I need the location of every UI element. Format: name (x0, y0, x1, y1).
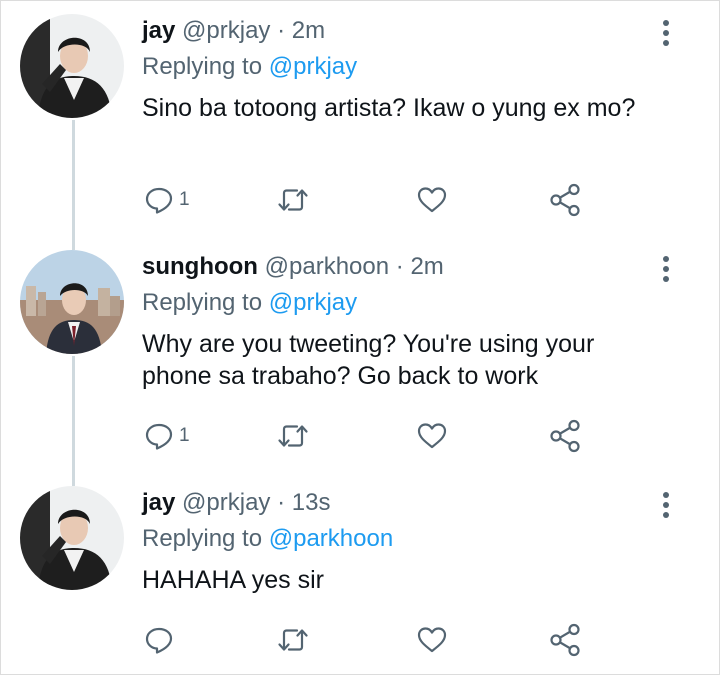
tweet-header: sunghoon @parkhoon · 2m (142, 252, 444, 282)
tweet-header: jay @prkjay · 2m (142, 16, 325, 46)
retweet-button[interactable] (276, 182, 310, 218)
replying-to-mention[interactable]: @parkhoon (269, 525, 393, 552)
tweet-actions: 1 (142, 182, 602, 218)
heart-icon (417, 423, 447, 449)
avatar-image (20, 14, 124, 118)
share-icon (550, 623, 580, 657)
replying-to: Replying to @parkhoon (142, 524, 393, 554)
replying-to-mention[interactable]: @prkjay (269, 53, 357, 80)
reply-button[interactable]: 1 (144, 418, 190, 454)
avatar-image (20, 250, 124, 354)
share-icon (550, 419, 580, 453)
replying-to-mention[interactable]: @prkjay (269, 289, 357, 316)
retweet-icon (278, 189, 308, 211)
retweet-icon (278, 629, 308, 651)
replying-to-label: Replying to (142, 53, 263, 80)
avatar[interactable] (20, 486, 124, 590)
tweet-text: Why are you tweeting? You're using your … (142, 330, 595, 390)
separator-dot: · (277, 489, 286, 516)
tweet[interactable]: jay @prkjay · 13s Replying to @parkhoon … (0, 472, 720, 675)
replying-to: Replying to @prkjay (142, 288, 357, 318)
avatar-image (20, 486, 124, 590)
tweet-actions: 1 (142, 418, 602, 454)
share-button[interactable] (548, 418, 582, 454)
display-name[interactable]: jay (142, 17, 175, 44)
like-button[interactable] (416, 182, 448, 218)
display-name[interactable]: jay (142, 489, 175, 516)
reply-count: 1 (179, 189, 190, 210)
like-button[interactable] (416, 418, 448, 454)
more-vertical-icon[interactable] (656, 254, 676, 284)
replying-to: Replying to @prkjay (142, 52, 357, 82)
display-name[interactable]: sunghoon (142, 253, 258, 280)
timestamp[interactable]: 2m (410, 253, 443, 280)
tweet[interactable]: sunghoon @parkhoon · 2m Replying to @prk… (0, 236, 720, 472)
more-vertical-icon[interactable] (656, 18, 676, 48)
replying-to-label: Replying to (142, 525, 263, 552)
tweet-text: HAHAHA yes sir (142, 566, 324, 594)
retweet-icon (278, 425, 308, 447)
separator-dot: · (395, 253, 404, 280)
timestamp[interactable]: 13s (292, 489, 331, 516)
reply-count: 1 (179, 425, 190, 446)
separator-dot: · (277, 17, 286, 44)
user-handle[interactable]: @parkhoon (265, 253, 389, 280)
retweet-button[interactable] (276, 622, 310, 658)
heart-icon (417, 187, 447, 213)
user-handle[interactable]: @prkjay (182, 489, 270, 516)
avatar[interactable] (20, 14, 124, 118)
tweet-header: jay @prkjay · 13s (142, 488, 330, 518)
like-button[interactable] (416, 622, 448, 658)
retweet-button[interactable] (276, 418, 310, 454)
share-button[interactable] (548, 182, 582, 218)
share-button[interactable] (548, 622, 582, 658)
replying-to-label: Replying to (142, 289, 263, 316)
heart-icon (417, 627, 447, 653)
share-icon (550, 183, 580, 217)
reply-icon (145, 187, 173, 214)
reply-button[interactable] (144, 622, 179, 658)
tweet[interactable]: jay @prkjay · 2m Replying to @prkjay Sin… (0, 0, 720, 236)
tweet-actions (142, 622, 602, 658)
timestamp[interactable]: 2m (292, 17, 325, 44)
reply-icon (145, 423, 173, 450)
reply-icon (145, 627, 173, 654)
avatar[interactable] (20, 250, 124, 354)
more-vertical-icon[interactable] (656, 490, 676, 520)
user-handle[interactable]: @prkjay (182, 17, 270, 44)
reply-button[interactable]: 1 (144, 182, 190, 218)
tweet-text: Sino ba totoong artista? Ikaw o yung ex … (142, 94, 636, 122)
